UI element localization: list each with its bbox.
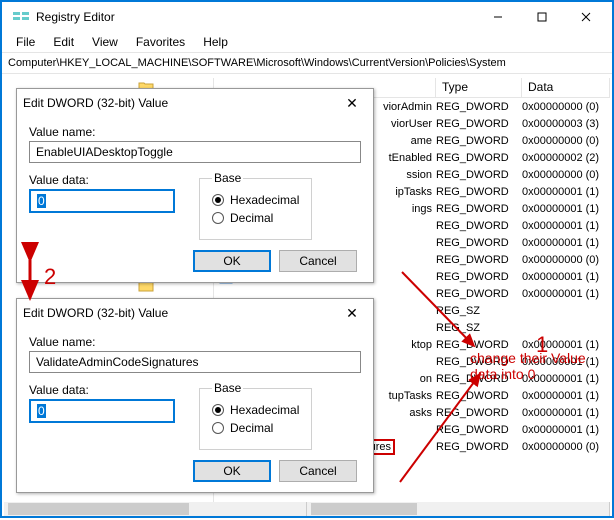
radio-decimal[interactable]: Decimal	[212, 211, 299, 225]
value-data: 0x00000001 (1)	[522, 390, 610, 402]
value-type: REG_DWORD	[436, 220, 522, 232]
value-type: REG_DWORD	[436, 186, 522, 198]
value-type: REG_DWORD	[436, 441, 522, 453]
address-path: Computer\HKEY_LOCAL_MACHINE\SOFTWARE\Mic…	[8, 57, 506, 69]
value-data: 0x00000001 (1)	[522, 220, 610, 232]
value-type: REG_SZ	[436, 305, 522, 317]
value-data: 0x00000000 (0)	[522, 135, 610, 147]
value-data: 0x00000001 (1)	[522, 203, 610, 215]
title-bar: Registry Editor	[2, 2, 612, 32]
menu-file[interactable]: File	[8, 33, 43, 51]
value-type: REG_DWORD	[436, 424, 522, 436]
value-name-label: Value name:	[29, 125, 361, 139]
value-data: 0x00000001 (1)	[522, 288, 610, 300]
value-type: REG_DWORD	[436, 203, 522, 215]
value-data-label: Value data:	[29, 383, 175, 397]
value-type: REG_DWORD	[436, 101, 522, 113]
ok-button[interactable]: OK	[193, 460, 271, 482]
app-icon	[12, 8, 30, 26]
close-button[interactable]	[564, 3, 608, 31]
radio-hexadecimal[interactable]: Hexadecimal	[212, 193, 299, 207]
value-type: REG_DWORD	[436, 237, 522, 249]
base-fieldset: Base Hexadecimal Decimal	[199, 381, 312, 450]
ok-button[interactable]: OK	[193, 250, 271, 272]
horizontal-scrollbars[interactable]	[4, 502, 610, 516]
menu-edit[interactable]: Edit	[45, 33, 82, 51]
value-data: 0x00000003 (3)	[522, 118, 610, 130]
value-data-field[interactable]: 0	[29, 399, 175, 423]
value-type: REG_SZ	[436, 322, 522, 334]
edit-dword-dialog-top: Edit DWORD (32-bit) Value ✕ Value name: …	[16, 88, 374, 283]
annotation-text: change their Value data into 0	[470, 350, 610, 382]
base-fieldset: Base Hexadecimal Decimal	[199, 171, 312, 240]
value-type: REG_DWORD	[436, 288, 522, 300]
value-type: REG_DWORD	[436, 135, 522, 147]
value-data: 0x00000001 (1)	[522, 237, 610, 249]
maximize-button[interactable]	[520, 3, 564, 31]
minimize-button[interactable]	[476, 3, 520, 31]
radio-decimal[interactable]: Decimal	[212, 421, 299, 435]
close-icon[interactable]: ✕	[337, 95, 367, 112]
col-data[interactable]: Data	[522, 78, 610, 97]
cancel-button[interactable]: Cancel	[279, 460, 357, 482]
value-type: REG_DWORD	[436, 271, 522, 283]
menu-view[interactable]: View	[84, 33, 126, 51]
annotation-number-2: 2	[44, 264, 56, 290]
value-type: REG_DWORD	[436, 390, 522, 402]
value-data: 0x00000001 (1)	[522, 424, 610, 436]
menu-bar: File Edit View Favorites Help	[2, 32, 612, 52]
value-type: REG_DWORD	[436, 339, 522, 351]
value-data: 0x00000000 (0)	[522, 169, 610, 181]
value-type: REG_DWORD	[436, 152, 522, 164]
edit-dword-dialog-bottom: Edit DWORD (32-bit) Value ✕ Value name: …	[16, 298, 374, 493]
base-legend: Base	[212, 381, 243, 395]
value-type: REG_DWORD	[436, 407, 522, 419]
value-data-field[interactable]: 0	[29, 189, 175, 213]
value-data-label: Value data:	[29, 173, 175, 187]
dialog-title: Edit DWORD (32-bit) Value	[23, 306, 337, 320]
value-data: 0x00000000 (0)	[522, 441, 610, 453]
dialog-title: Edit DWORD (32-bit) Value	[23, 96, 337, 110]
menu-help[interactable]: Help	[195, 33, 236, 51]
window-title: Registry Editor	[36, 10, 476, 24]
value-type: REG_DWORD	[436, 254, 522, 266]
close-icon[interactable]: ✕	[337, 305, 367, 322]
value-type: REG_DWORD	[436, 118, 522, 130]
value-data: 0x00000002 (2)	[522, 152, 610, 164]
value-name-field[interactable]: ValidateAdminCodeSignatures	[29, 351, 361, 373]
value-data: 0x00000001 (1)	[522, 271, 610, 283]
radio-hexadecimal[interactable]: Hexadecimal	[212, 403, 299, 417]
col-type[interactable]: Type	[436, 78, 522, 97]
value-name-field[interactable]: EnableUIADesktopToggle	[29, 141, 361, 163]
value-name-label: Value name:	[29, 335, 361, 349]
value-type: REG_DWORD	[436, 169, 522, 181]
menu-favorites[interactable]: Favorites	[128, 33, 193, 51]
base-legend: Base	[212, 171, 243, 185]
value-data: 0x00000001 (1)	[522, 186, 610, 198]
value-data: 0x00000001 (1)	[522, 407, 610, 419]
value-data: 0x00000000 (0)	[522, 101, 610, 113]
cancel-button[interactable]: Cancel	[279, 250, 357, 272]
value-data: 0x00000000 (0)	[522, 254, 610, 266]
address-bar[interactable]: Computer\HKEY_LOCAL_MACHINE\SOFTWARE\Mic…	[2, 52, 612, 74]
